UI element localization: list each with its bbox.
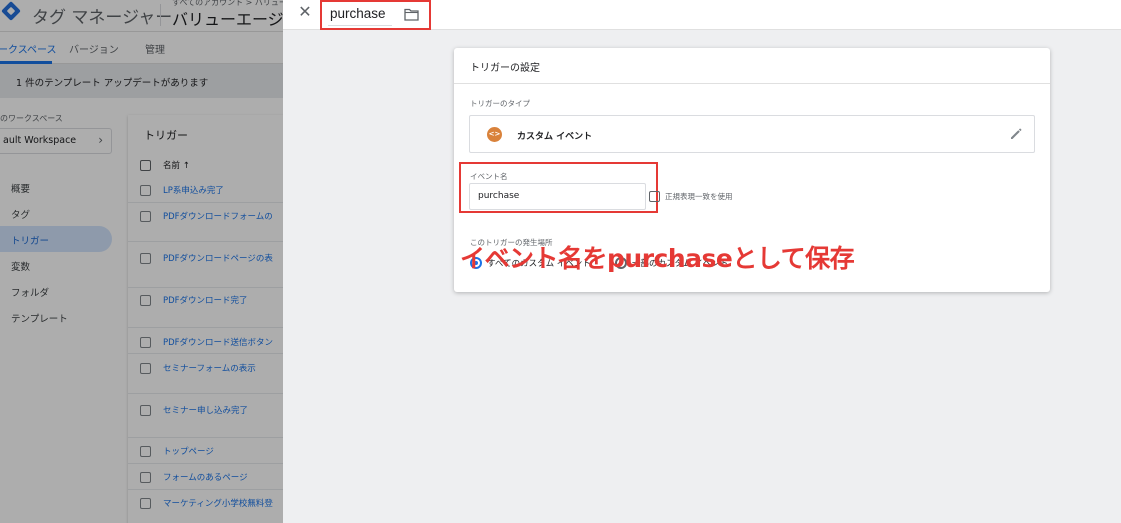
regex-label: 正規表現一致を使用 (665, 192, 733, 201)
card-title: トリガーの設定 (470, 63, 540, 74)
event-name-label: イベント名 (470, 172, 508, 181)
event-name-value: purchase (478, 191, 520, 201)
trigger-type-label: トリガーのタイプ (470, 99, 530, 108)
trigger-type-selector[interactable]: <> カスタム イベント (469, 115, 1035, 153)
trigger-name-highlight: purchase (320, 0, 431, 30)
card-divider (454, 83, 1050, 84)
trigger-name-input[interactable]: purchase (330, 6, 386, 21)
custom-event-icon: <> (487, 127, 502, 142)
regex-checkbox[interactable] (649, 191, 660, 202)
trigger-type-name: カスタム イベント (517, 132, 593, 142)
modal-scrim[interactable] (0, 0, 283, 523)
close-icon[interactable]: ✕ (295, 3, 315, 23)
background-app: タグ マネージャー すべてのアカウント > バリュー バリューエージェ ークスペ… (0, 0, 283, 523)
annotation-text: イベント名をpurchaseとして保存 (460, 244, 855, 273)
folder-icon[interactable] (404, 8, 419, 21)
name-input-underline (328, 25, 392, 26)
panel-header: ✕ purchase (283, 0, 1121, 30)
pencil-icon[interactable] (1008, 126, 1024, 142)
event-name-input[interactable]: purchase (469, 183, 646, 210)
